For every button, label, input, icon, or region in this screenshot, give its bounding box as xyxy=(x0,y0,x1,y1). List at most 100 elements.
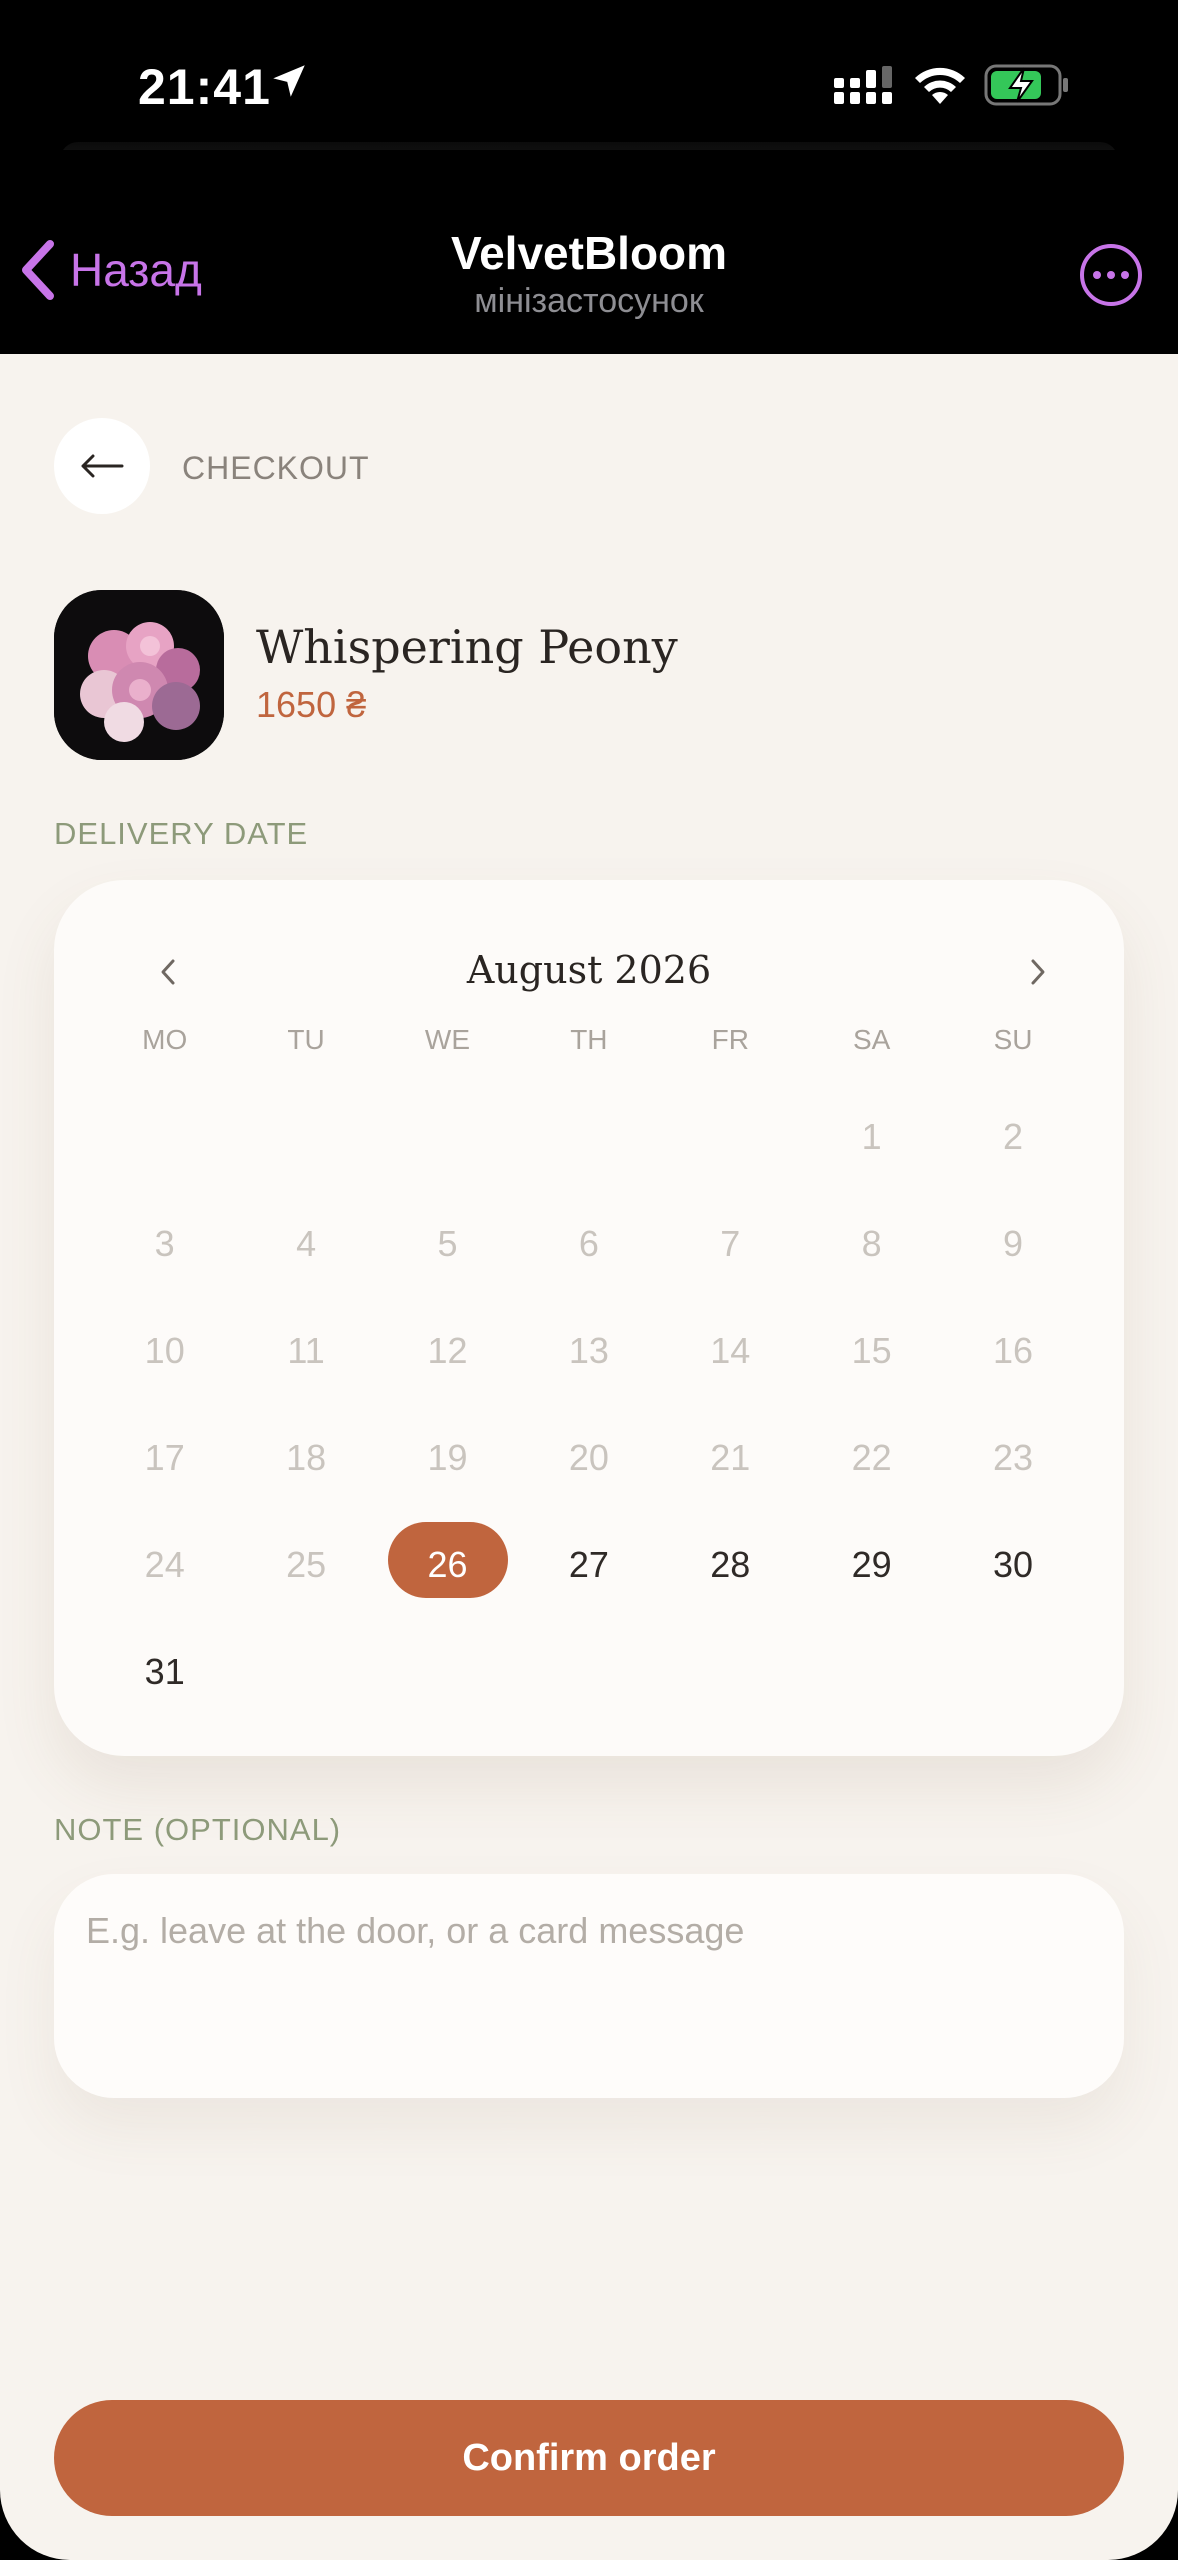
checkout-back-button[interactable] xyxy=(54,418,150,514)
calendar-day-number: 28 xyxy=(710,1544,751,1585)
calendar-day: 24 xyxy=(94,1522,235,1629)
calendar-day-number: 13 xyxy=(568,1330,609,1371)
calendar-day-number: 21 xyxy=(710,1437,751,1478)
calendar-day-number: 10 xyxy=(144,1330,185,1371)
product-price: 1650 ₴ xyxy=(256,684,367,725)
calendar-blank xyxy=(518,1094,659,1201)
calendar-day-number: 15 xyxy=(851,1330,892,1371)
status-time: 21:41 xyxy=(138,59,271,115)
calendar-day: 17 xyxy=(94,1415,235,1522)
calendar-day-number: 16 xyxy=(993,1330,1034,1371)
calendar-day: 10 xyxy=(94,1308,235,1415)
weekday-header: TU xyxy=(287,1024,325,1055)
calendar-blank xyxy=(94,1094,235,1201)
calendar-day-number: 22 xyxy=(851,1437,892,1478)
calendar-day: 18 xyxy=(235,1415,376,1522)
page-title: CHECKOUT xyxy=(182,450,370,486)
checkout-page: CHECKOUT Whispering Peony 1650 ₴ DELIVER… xyxy=(0,354,1178,2560)
calendar-day: 22 xyxy=(801,1415,942,1522)
calendar-day-number: 17 xyxy=(144,1437,185,1478)
calendar-day-number: 25 xyxy=(286,1544,327,1585)
calendar-month-title: August 2026 xyxy=(466,948,712,992)
calendar-day: 4 xyxy=(235,1201,376,1308)
more-dot-icon xyxy=(1093,271,1101,279)
calendar-day: 6 xyxy=(518,1201,659,1308)
calendar-day-number: 14 xyxy=(710,1330,751,1371)
miniapp-header: Назад VelvetBloom мінізастосунок xyxy=(0,150,1178,354)
calendar-day: 11 xyxy=(235,1308,376,1415)
wifi-icon xyxy=(915,67,965,104)
app-subtitle: мінізастосунок xyxy=(474,282,704,320)
arrow-left-icon xyxy=(81,454,124,478)
calendar-day-number: 26 xyxy=(427,1544,468,1585)
calendar-day: 1 xyxy=(801,1094,942,1201)
calendar-day-number: 1 xyxy=(861,1116,882,1157)
calendar-day-number: 20 xyxy=(568,1437,609,1478)
calendar-day-number: 7 xyxy=(720,1223,741,1264)
delivery-date-label: DELIVERY DATE xyxy=(54,816,309,851)
more-dot-icon xyxy=(1107,271,1115,279)
calendar-day[interactable]: 29 xyxy=(801,1522,942,1629)
calendar-day-selected[interactable]: 26 xyxy=(377,1522,518,1629)
peony-bouquet-icon xyxy=(54,590,224,760)
calendar-day-number: 3 xyxy=(154,1223,175,1264)
calendar-day-number: 19 xyxy=(427,1437,468,1478)
calendar-day-number: 8 xyxy=(861,1223,882,1264)
calendar-day: 13 xyxy=(518,1308,659,1415)
calendar-day: 15 xyxy=(801,1308,942,1415)
battery-charging-icon xyxy=(984,64,1068,106)
calendar-day: 9 xyxy=(942,1201,1083,1308)
calendar-day-number: 9 xyxy=(1003,1223,1024,1264)
status-bar: 21:41 xyxy=(0,0,1178,172)
chevron-right-icon xyxy=(1031,959,1045,985)
calendar-day[interactable]: 27 xyxy=(518,1522,659,1629)
calendar-blank xyxy=(660,1094,801,1201)
calendar-day-number: 29 xyxy=(851,1544,892,1585)
calendar-grid: MO TU WE TH FR SA SU 1 2 3 4 5 6 7 8 9 10 11 12 13 14 15 16 17 1… xyxy=(94,1022,1084,1736)
calendar-day-number: 11 xyxy=(287,1330,325,1371)
note-label: NOTE (OPTIONAL) xyxy=(54,1812,342,1847)
note-input[interactable] xyxy=(54,1874,1124,2098)
calendar-day-number: 30 xyxy=(993,1544,1034,1585)
calendar-day-number: 12 xyxy=(427,1330,468,1371)
calendar-day: 25 xyxy=(235,1522,376,1629)
weekday-header: TH xyxy=(570,1024,608,1055)
location-arrow-icon xyxy=(273,65,305,97)
calendar-day: 8 xyxy=(801,1201,942,1308)
calendar-day: 20 xyxy=(518,1415,659,1522)
calendar-day-number: 5 xyxy=(437,1223,458,1264)
calendar-blank xyxy=(235,1094,376,1201)
calendar-day-number: 2 xyxy=(1003,1116,1024,1157)
calendar-day-number: 23 xyxy=(993,1437,1034,1478)
more-options-button[interactable] xyxy=(1080,244,1142,306)
calendar-day: 19 xyxy=(377,1415,518,1522)
calendar-day-number: 18 xyxy=(286,1437,327,1478)
product-image xyxy=(54,590,224,760)
confirm-order-button[interactable]: Confirm order xyxy=(54,2400,1124,2516)
delivery-calendar: August 2026 MO TU WE TH FR SA SU 1 2 3 4 5 6 7 8 9 10 11 1… xyxy=(54,880,1124,1756)
calendar-day: 21 xyxy=(660,1415,801,1522)
weekday-header: FR xyxy=(711,1024,749,1055)
next-month-button[interactable] xyxy=(1008,942,1068,1002)
app-title: VelvetBloom xyxy=(450,227,728,279)
calendar-day: 16 xyxy=(942,1308,1083,1415)
calendar-day: 23 xyxy=(942,1415,1083,1522)
calendar-day-number: 27 xyxy=(568,1544,609,1585)
calendar-day: 5 xyxy=(377,1201,518,1308)
product-name: Whispering Peony xyxy=(256,620,678,674)
cellular-signal-icon xyxy=(834,66,892,104)
calendar-day[interactable]: 30 xyxy=(942,1522,1083,1629)
more-dot-icon xyxy=(1121,271,1129,279)
calendar-day-number: 24 xyxy=(144,1544,185,1585)
calendar-day: 14 xyxy=(660,1308,801,1415)
weekday-header: MO xyxy=(142,1024,188,1055)
weekday-header: SU xyxy=(993,1024,1033,1055)
calendar-day[interactable]: 31 xyxy=(94,1629,235,1736)
calendar-day: 7 xyxy=(660,1201,801,1308)
calendar-day: 2 xyxy=(942,1094,1083,1201)
calendar-day: 3 xyxy=(94,1201,235,1308)
calendar-day[interactable]: 28 xyxy=(660,1522,801,1629)
weekday-header: WE xyxy=(424,1024,471,1055)
weekday-header: SA xyxy=(852,1024,891,1055)
calendar-blank xyxy=(377,1094,518,1201)
